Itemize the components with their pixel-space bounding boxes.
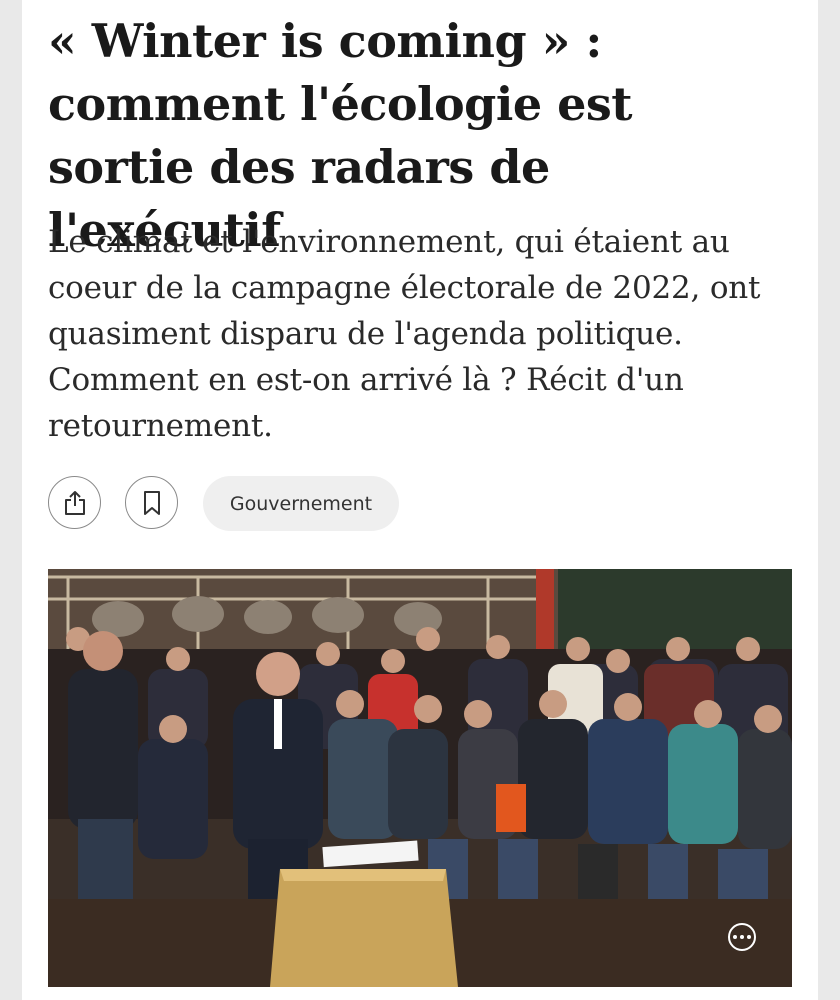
tag-gouvernement[interactable]: Gouvernement (203, 476, 399, 531)
more-options-button[interactable] (728, 923, 756, 951)
share-button[interactable] (48, 476, 101, 529)
article-page: « Winter is coming » : comment l'écologi… (22, 0, 818, 1000)
more-options-dot (740, 935, 744, 939)
share-icon (64, 490, 85, 515)
more-options-dot (747, 935, 751, 939)
bookmark-icon (143, 490, 160, 515)
article-photo-illustration (48, 569, 792, 987)
bookmark-button[interactable] (125, 476, 178, 529)
article-photo (48, 569, 792, 987)
more-options-icon (733, 935, 737, 939)
article-subtitle: Le climat et l'environnement, qui étaien… (48, 224, 761, 444)
